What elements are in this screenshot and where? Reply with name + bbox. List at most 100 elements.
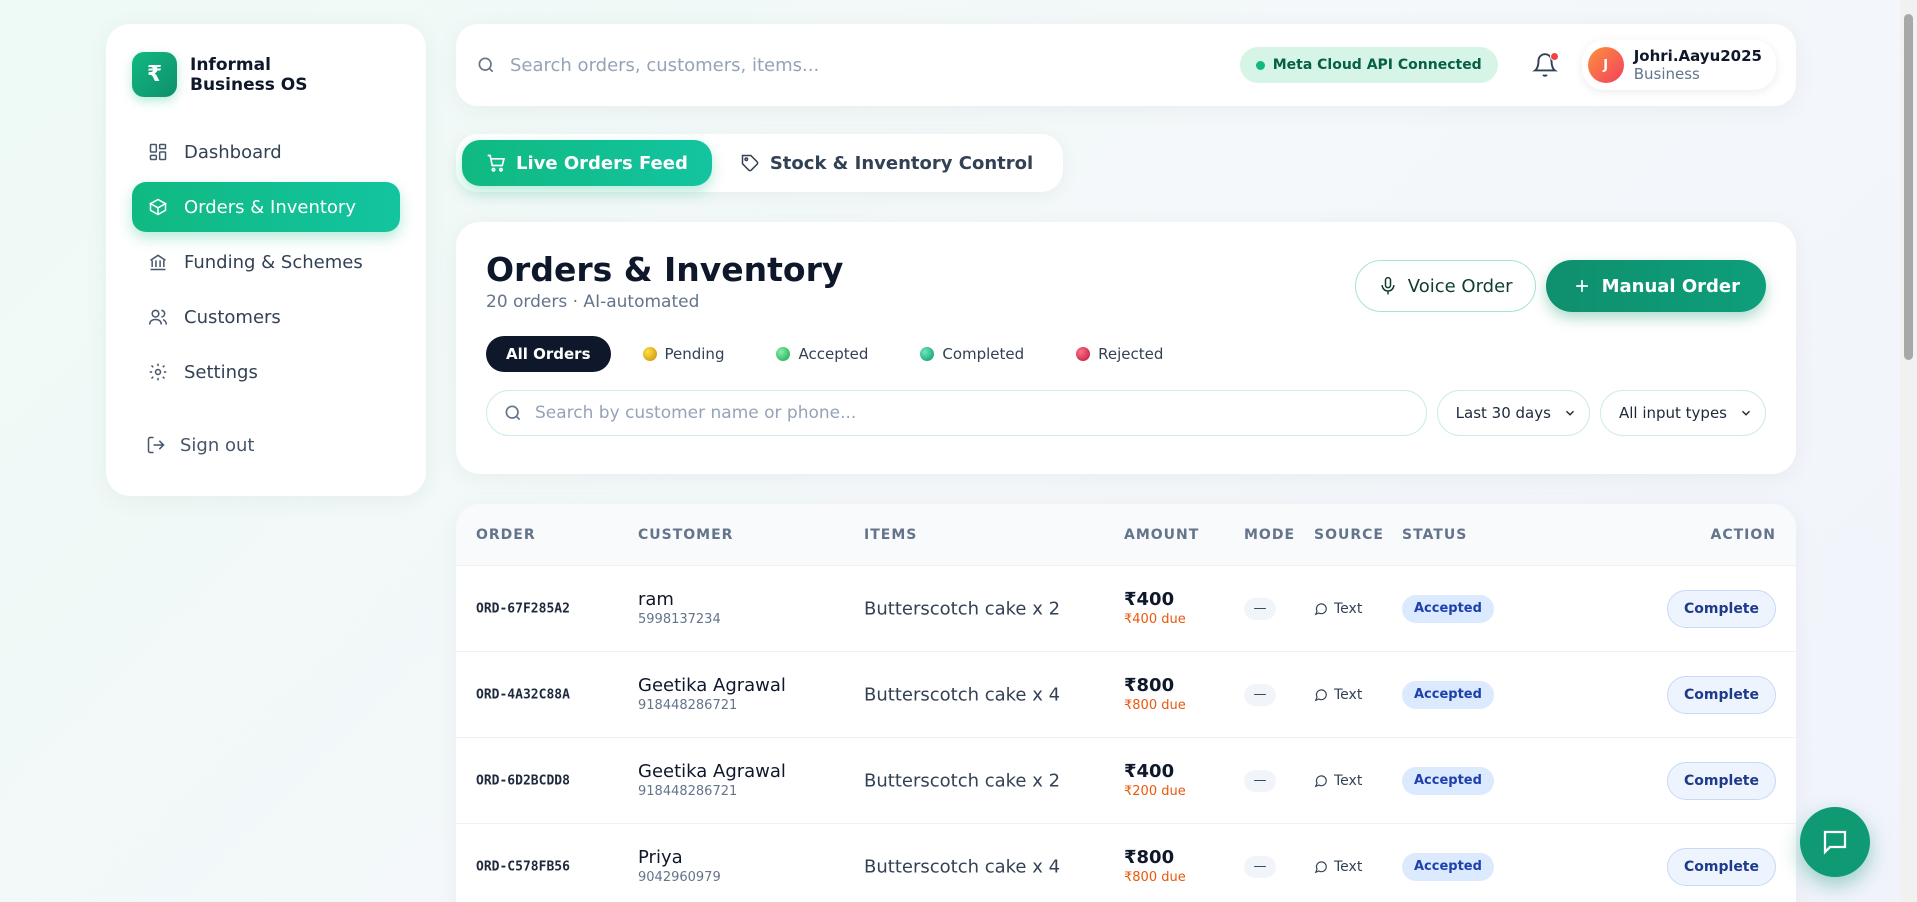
- complete-button[interactable]: Complete: [1667, 675, 1776, 714]
- bank-icon: [150, 254, 166, 271]
- status-badge: Accepted: [1402, 852, 1494, 881]
- user-name: Johri.Aayu2025: [1633, 47, 1762, 65]
- tab-live-orders-feed[interactable]: Live Orders Feed: [462, 140, 712, 186]
- amount-cell: ₹800 ₹800 due: [1124, 675, 1186, 715]
- search-row: Last 30 days All input types: [486, 390, 1766, 436]
- customer-search-input[interactable]: [535, 403, 1410, 423]
- completed-dot-icon: [920, 347, 935, 361]
- amount-due: ₹200 due: [1124, 783, 1186, 799]
- mode-cell: —: [1244, 855, 1276, 878]
- filter-label: Completed: [942, 345, 1025, 363]
- voice-order-button[interactable]: Voice Order: [1354, 260, 1536, 312]
- status-filters: All Orders Pending Accepted Completed Re…: [486, 336, 1766, 372]
- sidebar-item-customers[interactable]: Customers: [132, 292, 400, 342]
- sidebar-item-label: Settings: [184, 361, 258, 383]
- complete-button[interactable]: Complete: [1667, 847, 1776, 886]
- customer-cell: Geetika Agrawal 918448286721: [638, 761, 786, 801]
- filter-all-orders[interactable]: All Orders: [486, 336, 611, 372]
- customer-phone: 5998137234: [638, 611, 721, 627]
- manual-order-label: Manual Order: [1601, 275, 1740, 297]
- column-header-source: SOURCE: [1314, 526, 1384, 543]
- filter-label: Accepted: [798, 345, 869, 363]
- chevron-down-icon: [1565, 410, 1574, 416]
- amount-due: ₹400 due: [1124, 611, 1186, 627]
- source-cell: Text: [1314, 687, 1362, 703]
- view-tabs: Live Orders Feed Stock & Inventory Contr…: [456, 134, 1064, 192]
- voice-order-label: Voice Order: [1407, 275, 1513, 297]
- microphone-icon: [1381, 276, 1395, 295]
- filter-rejected[interactable]: Rejected: [1056, 336, 1183, 372]
- brand[interactable]: ₹ Informal Business OS: [132, 52, 400, 97]
- sidebar: ₹ Informal Business OS Dashboard Orders …: [106, 24, 426, 496]
- orders-table: ORDER CUSTOMER ITEMS AMOUNT MODE SOURCE …: [456, 504, 1796, 902]
- customer-search: [486, 390, 1427, 436]
- complete-button[interactable]: Complete: [1667, 589, 1776, 628]
- customer-cell: Geetika Agrawal 918448286721: [638, 675, 786, 715]
- order-amount: ₹800: [1124, 674, 1175, 696]
- api-status-badge: Meta Cloud API Connected: [1239, 47, 1498, 83]
- rejected-dot-icon: [1076, 347, 1091, 361]
- mode-cell: —: [1244, 597, 1276, 620]
- customer-name: Geetika Agrawal: [638, 674, 786, 696]
- tab-stock-inventory-control[interactable]: Stock & Inventory Control: [716, 140, 1057, 186]
- source-label: Text: [1334, 686, 1363, 703]
- column-header-action: ACTION: [1710, 526, 1776, 543]
- amount-cell: ₹800 ₹800 due: [1124, 847, 1186, 887]
- chat-bubble-icon: [1314, 860, 1327, 873]
- global-search-input[interactable]: [510, 54, 1110, 76]
- chat-button[interactable]: [1800, 807, 1870, 877]
- users-icon: [148, 309, 168, 325]
- mode-cell: —: [1244, 683, 1276, 706]
- order-amount: ₹800: [1124, 846, 1175, 868]
- filter-completed[interactable]: Completed: [900, 336, 1044, 372]
- customer-cell: ram 5998137234: [638, 589, 721, 629]
- signout-label: Sign out: [180, 434, 255, 456]
- table-row[interactable]: ORD-6D2BCDD8 Geetika Agrawal 91844828672…: [456, 738, 1796, 824]
- order-amount: ₹400: [1124, 588, 1175, 610]
- sidebar-item-settings[interactable]: Settings: [132, 347, 400, 397]
- order-id: ORD-6D2BCDD8: [476, 773, 570, 788]
- mode-pill: —: [1244, 855, 1276, 878]
- filter-pending[interactable]: Pending: [623, 336, 745, 372]
- signout-button[interactable]: Sign out: [132, 425, 400, 465]
- table-body: ORD-67F285A2 ram 5998137234 Butterscotch…: [456, 566, 1796, 902]
- filter-accepted[interactable]: Accepted: [756, 336, 888, 372]
- sidebar-item-label: Funding & Schemes: [184, 251, 363, 273]
- order-items: Butterscotch cake x 4: [864, 684, 1061, 705]
- source-cell: Text: [1314, 601, 1362, 617]
- filter-label: Pending: [664, 345, 725, 363]
- page-scrollbar[interactable]: [1900, 0, 1917, 902]
- customer-phone: 918448286721: [638, 697, 738, 713]
- top-bar: Meta Cloud API Connected J Johri.Aayu202…: [456, 24, 1796, 106]
- rupee-logo-icon: ₹: [132, 52, 177, 97]
- order-items: Butterscotch cake x 2: [864, 770, 1061, 791]
- notifications-button[interactable]: [1531, 52, 1559, 78]
- amount-due: ₹800 due: [1124, 697, 1186, 713]
- logout-icon: [147, 436, 165, 454]
- complete-button[interactable]: Complete: [1667, 761, 1776, 800]
- avatar: J: [1587, 47, 1624, 83]
- table-row[interactable]: ORD-67F285A2 ram 5998137234 Butterscotch…: [456, 566, 1796, 652]
- sidebar-item-funding-schemes[interactable]: Funding & Schemes: [132, 237, 400, 287]
- filter-label: Rejected: [1098, 345, 1164, 363]
- input-type-select[interactable]: All input types: [1599, 390, 1766, 436]
- box-icon: [148, 198, 168, 216]
- sidebar-item-orders-inventory[interactable]: Orders & Inventory: [132, 182, 400, 232]
- user-menu[interactable]: J Johri.Aayu2025 Business: [1581, 40, 1776, 90]
- amount-cell: ₹400 ₹200 due: [1124, 761, 1186, 801]
- chat-bubble-icon: [1314, 602, 1327, 615]
- brand-name-line2: Business OS: [190, 74, 308, 95]
- source-label: Text: [1334, 772, 1363, 789]
- table-row[interactable]: ORD-C578FB56 Priya 9042960979 Butterscot…: [456, 824, 1796, 902]
- accepted-dot-icon: [776, 347, 791, 361]
- user-role: Business: [1633, 65, 1700, 83]
- scrollbar-thumb[interactable]: [1904, 14, 1913, 360]
- sidebar-item-label: Customers: [184, 306, 281, 328]
- notification-dot: [1549, 52, 1559, 61]
- date-range-select[interactable]: Last 30 days: [1436, 390, 1590, 436]
- manual-order-button[interactable]: Manual Order: [1545, 260, 1766, 312]
- status-badge: Accepted: [1402, 766, 1494, 795]
- sidebar-item-dashboard[interactable]: Dashboard: [132, 127, 400, 177]
- table-row[interactable]: ORD-4A32C88A Geetika Agrawal 91844828672…: [456, 652, 1796, 738]
- sidebar-item-label: Orders & Inventory: [184, 196, 356, 218]
